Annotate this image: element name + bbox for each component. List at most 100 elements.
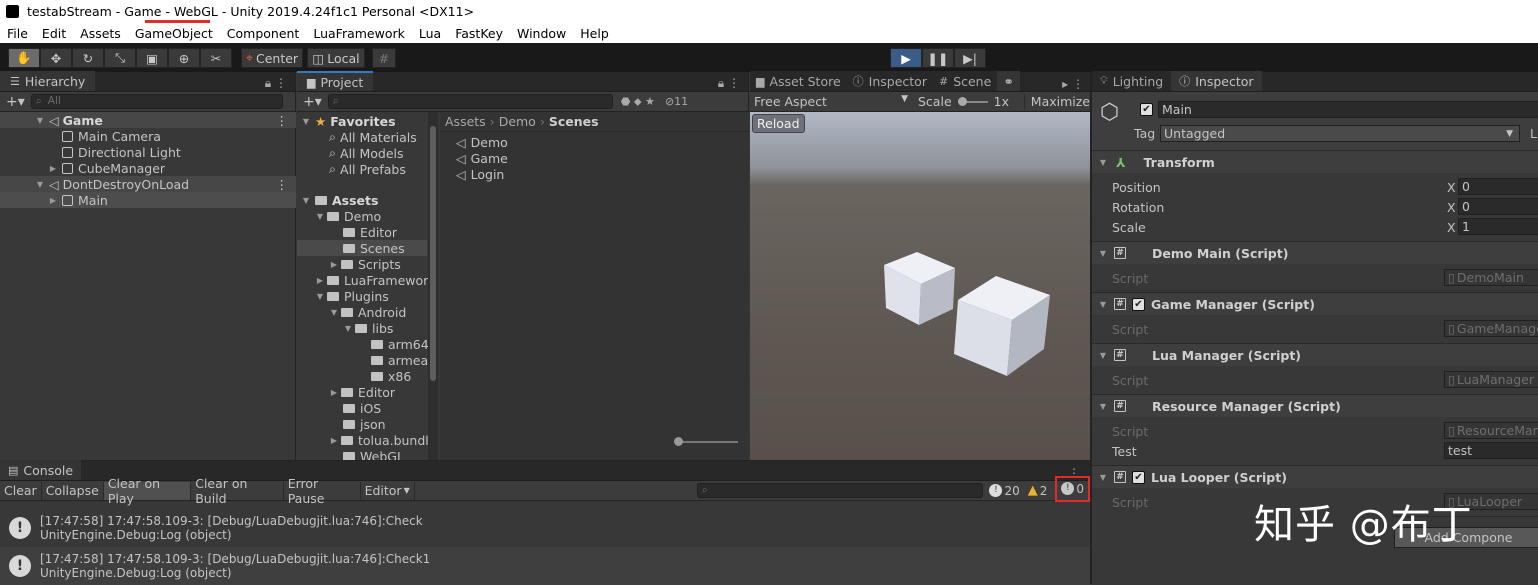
menu-window[interactable]: Window [510,26,573,41]
folder-row[interactable]: armeab [297,352,436,368]
folder-row[interactable]: ▶ Scripts [297,256,401,272]
expand-icon[interactable]: ▼ [343,324,353,333]
folder-row[interactable]: ▼ Android [297,304,406,320]
test-field[interactable]: test [1444,442,1538,459]
menu-file[interactable]: File [0,26,35,41]
expand-icon[interactable]: ▼ [35,180,45,189]
tab-asset-store[interactable]: ▆ Asset Store [750,71,847,91]
icon-size-slider[interactable] [674,437,738,446]
expand-icon[interactable]: ▼ [301,117,311,126]
menu-edit[interactable]: Edit [35,26,73,41]
folder-row[interactable]: ▶ tolua.bundle [297,432,437,448]
project-search-input[interactable]: ⌕ [327,94,613,109]
folder-row[interactable]: iOS [297,400,381,416]
hierarchy-search-input[interactable]: ⌕ All [30,94,283,109]
scale-tool-button[interactable]: ⤡ [104,48,136,68]
project-tree-scrollbar[interactable] [428,112,438,460]
expand-icon[interactable]: ▼ [1098,158,1108,167]
scene-row-dontdestroy[interactable]: ▼ ◁ DontDestroyOnLoad ⋮ [0,176,296,192]
folder-row[interactable]: json [297,416,386,432]
folder-row[interactable]: Editor [297,224,397,240]
folder-row[interactable]: ▶ Editor [297,384,395,400]
error-pause-toggle[interactable]: Error Pause [284,476,361,506]
scale-x-field[interactable]: 1 [1458,218,1538,235]
tag-dropdown[interactable]: Untagged ▼ [1160,125,1520,142]
slider-thumb[interactable] [674,437,683,446]
aspect-dropdown[interactable]: Free Aspect ▼ [750,94,908,109]
folder-row[interactable]: ▶ LuaFramework [297,272,436,288]
expand-icon[interactable]: ▼ [329,308,339,317]
pivot-local-button[interactable]: ◫ Local [307,48,365,68]
pause-button[interactable]: ❚❚ [922,48,954,68]
scene-file[interactable]: ◁ Demo [440,134,508,150]
transform-tool-button[interactable]: ⊕ [168,48,200,68]
enabled-checkbox[interactable]: ✔ [1132,470,1145,484]
hierarchy-item-selected[interactable]: ▶ Main [0,192,296,208]
expand-icon[interactable]: ▼ [35,116,45,125]
menu-assets[interactable]: Assets [73,26,128,41]
breadcrumb-assets[interactable]: Assets [445,114,486,129]
menu-component[interactable]: Component [220,26,307,41]
more-icon[interactable]: ⋮ [276,177,289,192]
scene-row-game[interactable]: ▼ ◁ Game ⋮ [0,112,296,128]
rect-tool-button[interactable]: ▣ [136,48,168,68]
scrollbar-thumb[interactable] [430,126,436,381]
hierarchy-item[interactable]: ▶ CubeManager [0,160,165,176]
menu-luaframework[interactable]: LuaFramework [306,26,412,41]
expand-icon[interactable]: ▼ [1098,351,1108,360]
demo-main-component-header[interactable]: ▼ # Demo Main (Script) [1092,241,1538,264]
lua-looper-component-header[interactable]: ▼ # ✔ Lua Looper (Script) [1092,465,1538,488]
tab-lighting[interactable]: 💡︎ Lighting [1092,71,1172,91]
grid-snap-button[interactable]: # [372,48,396,68]
maximize-toggle[interactable]: Maximize [1023,94,1090,109]
tab-scene[interactable]: # Scene [932,71,998,91]
expand-icon[interactable]: ▼ [315,292,325,301]
favorite-item[interactable]: ⌕ All Materials [297,129,417,145]
collapse-button[interactable]: Collapse [42,481,104,500]
create-dropdown[interactable]: +▾ [297,94,328,110]
hierarchy-item[interactable]: Directional Light [0,144,181,160]
expand-icon[interactable]: ▼ [1098,300,1108,309]
lock-icon[interactable]: 🔒︎ ⋮ [718,76,740,91]
game-manager-component-header[interactable]: ▼ # ✔ Game Manager (Script) [1092,292,1538,315]
expand-icon[interactable]: ▼ [301,196,311,205]
log-entry[interactable]: ! [17:47:58] 17:47:58.109-3: [Debug/LuaD… [0,547,1090,585]
tab-console[interactable]: ▤ Console [0,460,82,480]
folder-row[interactable]: ▼ libs [297,320,393,336]
scene-file[interactable]: ◁ Game [440,150,508,166]
hierarchy-item[interactable]: Main Camera [0,128,161,144]
resource-manager-component-header[interactable]: ▼ # Resource Manager (Script) [1092,394,1538,417]
menu-fastkey[interactable]: FastKey [448,26,510,41]
transform-component-header[interactable]: ▼ ⅄ Transform [1092,150,1538,173]
hidden-packages-toggle[interactable]: ⊘11 [665,95,688,108]
expand-icon[interactable]: ▶ [329,260,339,269]
expand-icon[interactable]: ▶ [329,436,339,445]
log-count-toggle[interactable]: ! 20 [989,484,1020,498]
error-count-toggle[interactable]: ! 0 [1055,475,1090,502]
tab-hierarchy[interactable]: ☰ Hierarchy [0,71,96,91]
more-icon[interactable]: ⋮ [276,113,289,128]
rotation-x-field[interactable]: 0 [1458,198,1538,215]
enabled-checkbox[interactable]: ✔ [1132,297,1145,311]
play-button[interactable]: ▶ [890,48,922,68]
favorites-row[interactable]: ▼ ★ Favorites [297,113,396,129]
breadcrumb-scenes[interactable]: Scenes [549,114,599,129]
custom-tool-button[interactable]: ✂ [200,48,232,68]
folder-row[interactable]: WebGL [297,448,404,460]
expand-icon[interactable]: ▶ [48,164,58,173]
game-viewport[interactable]: Reload [750,112,1090,460]
assets-row[interactable]: ▼ Assets [297,192,379,208]
folder-row[interactable]: ▼ Plugins [297,288,389,304]
folder-row[interactable]: x86 [297,368,411,384]
tab-inspector[interactable]: ⓘ Inspector [846,71,933,91]
scale-slider[interactable] [957,96,988,106]
breadcrumb-demo[interactable]: Demo [499,114,536,129]
scene-file[interactable]: ◁ Login [440,166,504,182]
object-name-field[interactable]: Main [1158,101,1538,118]
clear-on-build-toggle[interactable]: Clear on Build [191,476,284,506]
rotate-tool-button[interactable]: ↻ [72,48,104,68]
create-dropdown[interactable]: +▾ [0,94,31,110]
more-tabs-icon[interactable]: ▸ ⋮ [1062,77,1084,91]
favorite-item[interactable]: ⌕ All Prefabs [297,161,406,177]
position-x-field[interactable]: 0 [1458,178,1538,195]
